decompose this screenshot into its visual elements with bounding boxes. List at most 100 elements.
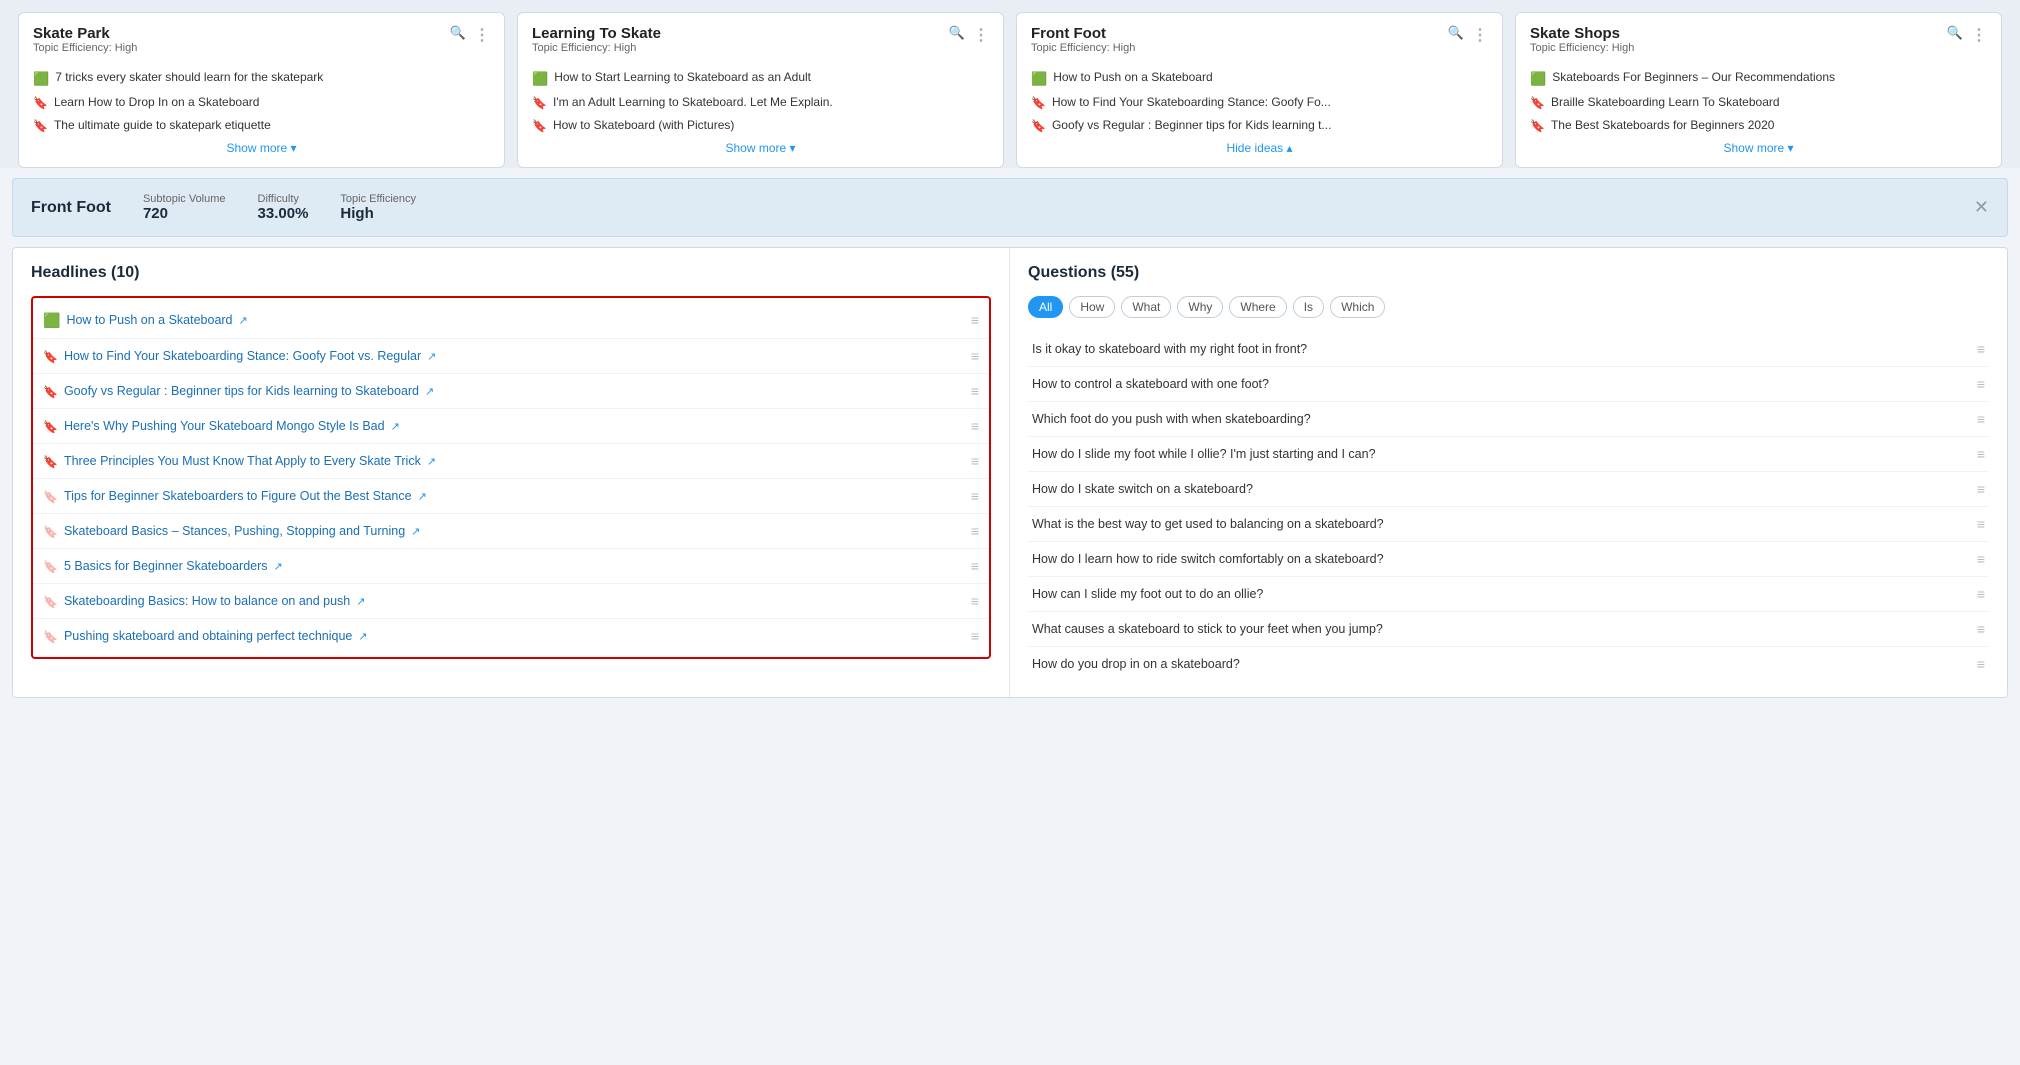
question-menu-icon[interactable]: ≡ <box>1977 376 1985 392</box>
detail-stat-difficulty-value: 33.00% <box>258 205 309 222</box>
blue-bookmark-icon: 🔖 <box>43 455 58 469</box>
detail-close-button[interactable]: ✕ <box>1974 197 1989 218</box>
card-item: 🔖I'm an Adult Learning to Skateboard. Le… <box>532 95 989 110</box>
headline-item: 🔖 How to Find Your Skateboarding Stance:… <box>33 339 989 374</box>
headline-menu-icon[interactable]: ≡ <box>971 312 979 328</box>
card-item: 🟩Skateboards For Beginners – Our Recomme… <box>1530 70 1987 87</box>
main-content: Headlines (10) 🟩 How to Push on a Skateb… <box>12 247 2008 698</box>
green-flag-icon: 🟩 <box>532 71 548 87</box>
headline-menu-icon[interactable]: ≡ <box>971 348 979 364</box>
question-menu-icon[interactable]: ≡ <box>1977 586 1985 602</box>
external-link-icon[interactable]: ↗ <box>411 525 420 538</box>
question-text: How do you drop in on a skateboard? <box>1032 657 1969 671</box>
questions-title: Questions (55) <box>1028 264 1989 282</box>
detail-stat-efficiency: Topic Efficiency High <box>340 193 416 222</box>
questions-count: (55) <box>1111 264 1139 281</box>
card-items: 🟩 7 tricks every skater should learn for … <box>33 70 490 133</box>
question-item: What is the best way to get used to bala… <box>1028 507 1989 542</box>
headline-item: 🟩 How to Push on a Skateboard ↗ ≡ <box>33 302 989 339</box>
external-link-icon[interactable]: ↗ <box>418 490 427 503</box>
card-item-text: 7 tricks every skater should learn for t… <box>55 70 323 84</box>
card-menu-icon[interactable]: ⋮ <box>973 25 989 45</box>
card-search-icon[interactable]: 🔍 <box>949 25 965 45</box>
card-item: 🔖Learn How to Drop In on a Skateboard <box>33 95 490 110</box>
blue-bookmark-icon: 🔖 <box>1530 119 1545 133</box>
question-text: Which foot do you push with when skatebo… <box>1032 412 1969 426</box>
headline-left: 🔖 Skateboard Basics – Stances, Pushing, … <box>43 524 965 539</box>
external-link-icon[interactable]: ↗ <box>274 560 283 573</box>
green-flag-icon: 🟩 <box>33 71 49 87</box>
card-item-text: Goofy vs Regular : Beginner tips for Kid… <box>1052 118 1331 132</box>
filter-btn-where[interactable]: Where <box>1229 296 1286 318</box>
headline-item: 🔖 Skateboarding Basics: How to balance o… <box>33 584 989 619</box>
question-menu-icon[interactable]: ≡ <box>1977 516 1985 532</box>
show-more-link[interactable]: Show more ▾ <box>33 141 490 155</box>
show-more-link[interactable]: Show more ▾ <box>1530 141 1987 155</box>
card-menu-icon[interactable]: ⋮ <box>1472 25 1488 45</box>
blue-bookmark-icon: 🔖 <box>1031 96 1046 110</box>
question-menu-icon[interactable]: ≡ <box>1977 446 1985 462</box>
card-search-icon[interactable]: 🔍 <box>1448 25 1464 45</box>
external-link-icon[interactable]: ↗ <box>427 455 436 468</box>
card-search-icon[interactable]: 🔍 <box>1947 25 1963 45</box>
card-search-icon[interactable]: 🔍 <box>450 25 466 45</box>
blue-bookmark-icon: 🔖 <box>43 420 58 434</box>
headline-menu-icon[interactable]: ≡ <box>971 628 979 644</box>
external-link-icon[interactable]: ↗ <box>391 420 400 433</box>
card-item: 🔖How to Find Your Skateboarding Stance: … <box>1031 95 1488 110</box>
questions-list: Is it okay to skateboard with my right f… <box>1028 332 1989 681</box>
card-front-foot: Front Foot Topic Efficiency: High 🔍 ⋮ 🟩H… <box>1016 12 1503 168</box>
filter-btn-why[interactable]: Why <box>1177 296 1223 318</box>
question-menu-icon[interactable]: ≡ <box>1977 551 1985 567</box>
headline-menu-icon[interactable]: ≡ <box>971 383 979 399</box>
headline-menu-icon[interactable]: ≡ <box>971 593 979 609</box>
external-link-icon[interactable]: ↗ <box>425 385 434 398</box>
headline-menu-icon[interactable]: ≡ <box>971 418 979 434</box>
question-item: Which foot do you push with when skatebo… <box>1028 402 1989 437</box>
gray-bookmark-icon: 🔖 <box>43 630 58 644</box>
question-menu-icon[interactable]: ≡ <box>1977 411 1985 427</box>
headline-menu-icon[interactable]: ≡ <box>971 453 979 469</box>
filter-btn-which[interactable]: Which <box>1330 296 1385 318</box>
headline-text: How to Find Your Skateboarding Stance: G… <box>64 349 421 363</box>
external-link-icon[interactable]: ↗ <box>427 350 436 363</box>
headline-text: Pushing skateboard and obtaining perfect… <box>64 629 352 643</box>
external-link-icon[interactable]: ↗ <box>358 630 367 643</box>
question-item: How do I skate switch on a skateboard? ≡ <box>1028 472 1989 507</box>
question-menu-icon[interactable]: ≡ <box>1977 341 1985 357</box>
question-menu-icon[interactable]: ≡ <box>1977 481 1985 497</box>
blue-bookmark-icon: 🔖 <box>1530 96 1545 110</box>
headline-menu-icon[interactable]: ≡ <box>971 523 979 539</box>
headline-left: 🔖 How to Find Your Skateboarding Stance:… <box>43 349 965 364</box>
headline-menu-icon[interactable]: ≡ <box>971 558 979 574</box>
question-menu-icon[interactable]: ≡ <box>1977 621 1985 637</box>
external-link-icon[interactable]: ↗ <box>239 314 248 327</box>
blue-bookmark-icon: 🔖 <box>43 385 58 399</box>
question-menu-icon[interactable]: ≡ <box>1977 656 1985 672</box>
headline-item: 🔖 Goofy vs Regular : Beginner tips for K… <box>33 374 989 409</box>
headline-menu-icon[interactable]: ≡ <box>971 488 979 504</box>
blue-bookmark-icon: 🔖 <box>33 96 48 110</box>
detail-stat-difficulty: Difficulty 33.00% <box>258 193 309 222</box>
show-more-link[interactable]: Hide ideas ▴ <box>1031 141 1488 155</box>
filter-btn-what[interactable]: What <box>1121 296 1171 318</box>
card-actions: 🔍 ⋮ <box>450 25 490 45</box>
detail-stat-efficiency-value: High <box>340 205 416 222</box>
card-item: 🟩How to Start Learning to Skateboard as … <box>532 70 989 87</box>
question-text: What causes a skateboard to stick to you… <box>1032 622 1969 636</box>
headline-left: 🔖 Here's Why Pushing Your Skateboard Mon… <box>43 419 965 434</box>
question-text: How do I slide my foot while I ollie? I'… <box>1032 447 1969 461</box>
card-menu-icon[interactable]: ⋮ <box>474 25 490 45</box>
card-menu-icon[interactable]: ⋮ <box>1971 25 1987 45</box>
headline-text: How to Push on a Skateboard <box>66 313 232 327</box>
card-actions: 🔍 ⋮ <box>949 25 989 45</box>
filter-btn-is[interactable]: Is <box>1293 296 1324 318</box>
show-more-link[interactable]: Show more ▾ <box>532 141 989 155</box>
headline-item: 🔖 Three Principles You Must Know That Ap… <box>33 444 989 479</box>
headlines-panel: Headlines (10) 🟩 How to Push on a Skateb… <box>13 248 1010 697</box>
filter-btn-how[interactable]: How <box>1069 296 1115 318</box>
headline-text: Goofy vs Regular : Beginner tips for Kid… <box>64 384 419 398</box>
filter-btn-all[interactable]: All <box>1028 296 1063 318</box>
external-link-icon[interactable]: ↗ <box>356 595 365 608</box>
questions-panel: Questions (55) All How What Why Where Is Which… <box>1010 248 2007 697</box>
